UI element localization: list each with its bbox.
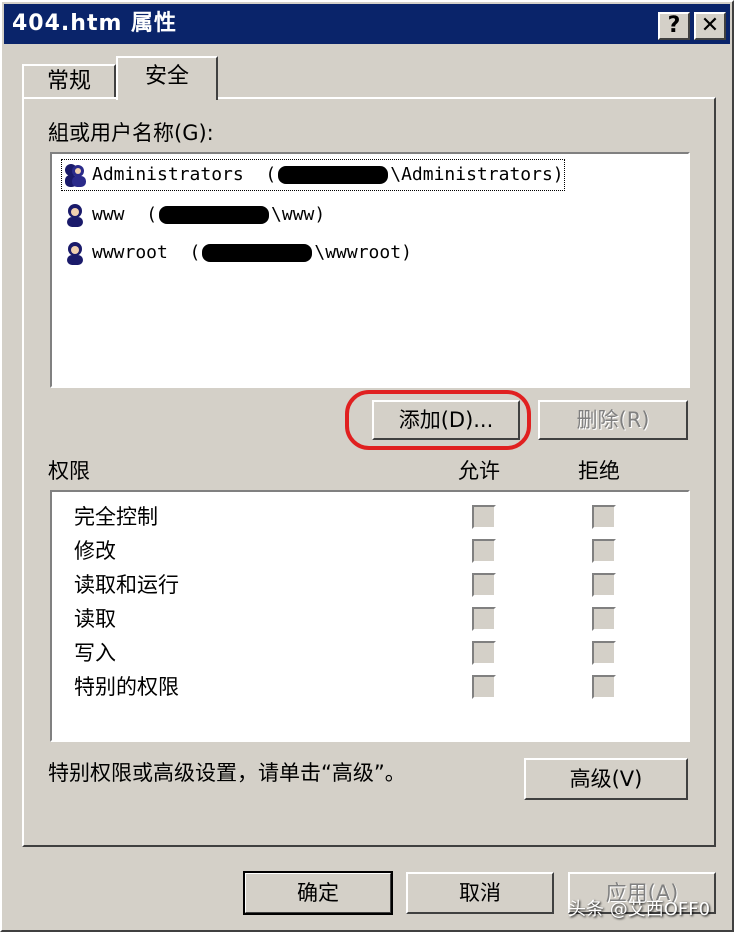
watermark-text: 头条 @艾西OFF0 — [568, 899, 711, 920]
properties-dialog: 404.htm 属性 ? ✕ 常规 安全 組或用户名称(G): Administ… — [0, 0, 734, 932]
permission-row: 修改 — [74, 534, 694, 568]
cancel-button[interactable]: 取消 — [406, 872, 554, 914]
users-label: 組或用户名称(G): — [48, 121, 214, 145]
permissions-label: 权限 — [48, 459, 90, 483]
permission-label: 完全控制 — [74, 505, 158, 529]
tab-security[interactable]: 安全 — [116, 56, 218, 100]
permission-label: 修改 — [74, 539, 116, 563]
permission-label: 写入 — [74, 641, 116, 665]
allow-checkbox[interactable] — [472, 641, 496, 665]
permission-label: 读取和运行 — [74, 573, 179, 597]
user-qualified-name: \wwwroot) — [314, 242, 412, 263]
redacted-domain — [159, 206, 270, 224]
allow-checkbox[interactable] — [472, 607, 496, 631]
list-item[interactable]: wwwroot (\wwwroot) — [62, 238, 412, 268]
user-qualified-name: \Administrators) — [390, 164, 564, 185]
help-button[interactable]: ? — [658, 12, 690, 40]
users-listbox[interactable]: Administrators (\Administrators) www (\w… — [50, 152, 690, 388]
deny-checkbox[interactable] — [592, 641, 616, 665]
user-qualified-name: \www) — [271, 204, 326, 225]
user-name: Administrators — [92, 164, 244, 185]
permission-row: 写入 — [74, 636, 694, 670]
tab-general[interactable]: 常规 — [22, 64, 116, 98]
advanced-hint: 特别权限或高级设置，请单击“高级”。 — [48, 761, 406, 785]
allow-header: 允许 — [458, 459, 500, 483]
title-bar[interactable]: 404.htm 属性 ? ✕ — [4, 4, 730, 44]
deny-checkbox[interactable] — [592, 607, 616, 631]
permission-row: 读取 — [74, 602, 694, 636]
deny-checkbox[interactable] — [592, 573, 616, 597]
advanced-button[interactable]: 高级(V) — [524, 758, 688, 800]
redacted-domain — [202, 244, 313, 262]
allow-checkbox[interactable] — [472, 505, 496, 529]
user-group-icon — [65, 164, 86, 187]
allow-checkbox[interactable] — [472, 573, 496, 597]
permission-row: 完全控制 — [74, 500, 694, 534]
permission-row: 特别的权限 — [74, 670, 694, 704]
deny-checkbox[interactable] — [592, 675, 616, 699]
user-name: wwwroot — [92, 242, 168, 263]
permission-label: 读取 — [74, 607, 116, 631]
deny-header: 拒绝 — [578, 459, 620, 483]
window-title: 404.htm 属性 — [12, 11, 178, 36]
redacted-domain — [278, 166, 389, 184]
permission-label: 特别的权限 — [74, 675, 179, 699]
list-item[interactable]: www (\www) — [62, 200, 325, 230]
user-icon — [67, 204, 83, 227]
ok-button[interactable]: 确定 — [243, 871, 393, 915]
allow-checkbox[interactable] — [472, 675, 496, 699]
user-icon — [67, 242, 83, 265]
permissions-listbox: 完全控制 修改 读取和运行 读取 写入 特别的权限 — [50, 490, 690, 742]
permission-row: 读取和运行 — [74, 568, 694, 602]
deny-checkbox[interactable] — [592, 505, 616, 529]
remove-button: 删除(R) — [538, 400, 688, 440]
deny-checkbox[interactable] — [592, 539, 616, 563]
list-item[interactable]: Administrators (\Administrators) — [61, 159, 565, 191]
user-name: www — [92, 204, 125, 225]
allow-checkbox[interactable] — [472, 539, 496, 563]
red-highlight-ring — [345, 390, 531, 450]
close-button[interactable]: ✕ — [694, 12, 726, 40]
